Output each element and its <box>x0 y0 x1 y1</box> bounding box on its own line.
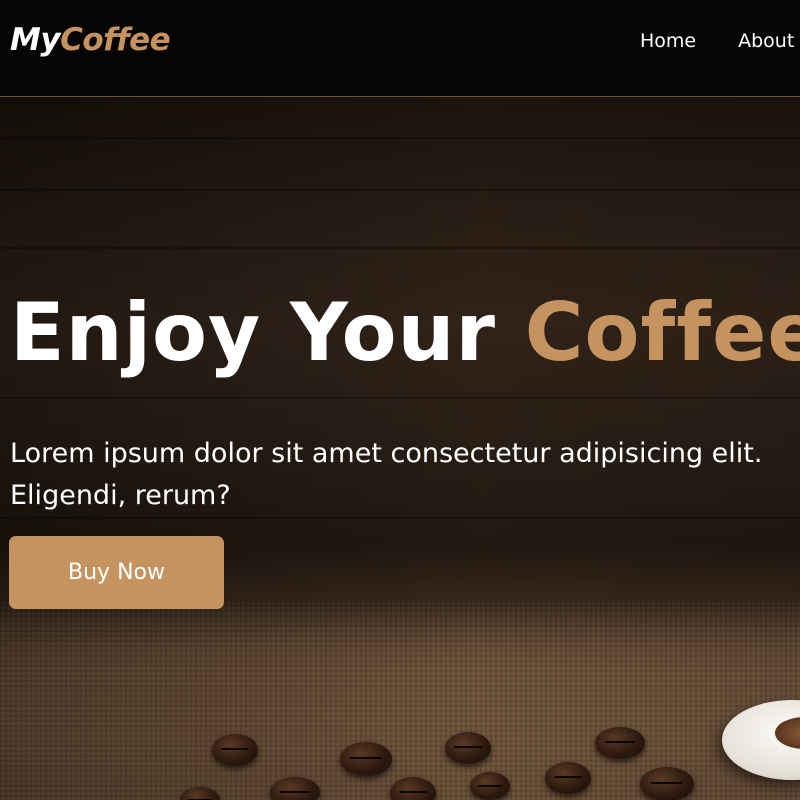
hero-title-main: Enjoy Your <box>10 286 525 379</box>
buy-now-button[interactable]: Buy Now <box>9 536 224 609</box>
hero-description: Lorem ipsum dolor sit amet consectetur a… <box>10 433 800 517</box>
coffee-bean-image <box>470 772 510 800</box>
hero-title: Enjoy Your Coffee <box>10 293 800 373</box>
navbar: MyCoffee Home About <box>0 0 800 97</box>
coffee-bean-image <box>270 777 320 800</box>
coffee-bean-image <box>640 767 694 800</box>
hero-description-line1: Lorem ipsum dolor sit amet consectetur a… <box>10 438 763 469</box>
hero-description-line2: Eligendi, rerum? <box>10 480 231 511</box>
coffee-bean-image <box>340 742 392 776</box>
hero-title-accent: Coffee <box>524 286 800 379</box>
nav-links: Home About <box>640 30 794 52</box>
coffee-bean-image <box>445 732 491 764</box>
hero-section: Enjoy Your Coffee Lorem ipsum dolor sit … <box>0 97 800 800</box>
coffee-bean-image <box>595 727 645 759</box>
coffee-bean-image <box>212 734 258 766</box>
logo-my: My <box>10 22 61 58</box>
nav-link-about[interactable]: About <box>738 30 794 52</box>
logo[interactable]: MyCoffee <box>10 22 171 58</box>
coffee-bean-image <box>545 762 591 794</box>
logo-coffee: Coffee <box>60 22 171 58</box>
page: MyCoffee Home About Enjoy Your Coffee Lo… <box>0 0 800 800</box>
nav-link-home[interactable]: Home <box>640 30 696 52</box>
